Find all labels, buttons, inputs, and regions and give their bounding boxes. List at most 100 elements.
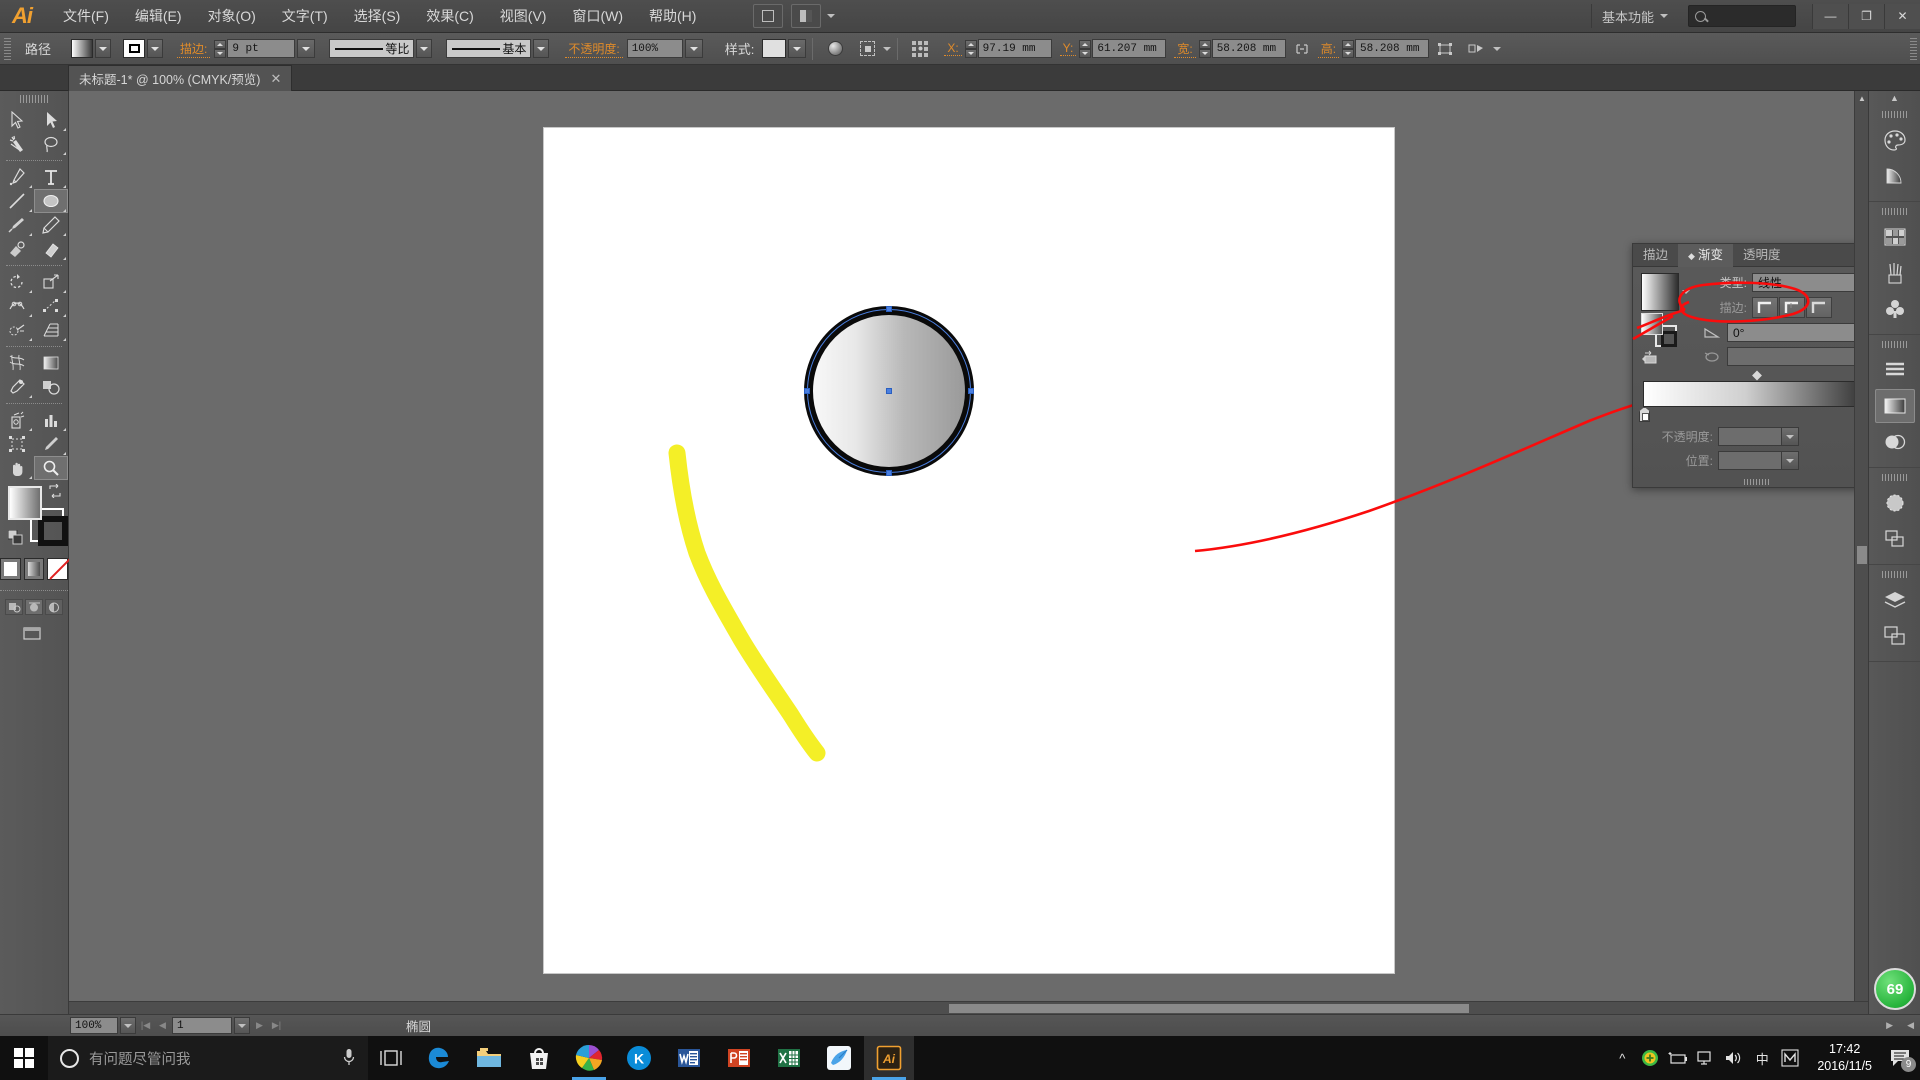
bridge-button[interactable] <box>753 4 784 28</box>
artboard-number-dropdown[interactable] <box>234 1017 250 1034</box>
magic-wand-tool[interactable] <box>0 132 34 156</box>
fill-color-swatch[interactable] <box>8 486 42 520</box>
none-button[interactable] <box>47 558 69 580</box>
first-artboard-icon[interactable]: |◀ <box>138 1017 153 1034</box>
scroll-up-icon[interactable]: ▲ <box>1855 91 1869 105</box>
canvas-area[interactable] <box>69 91 1868 1021</box>
action-center-button[interactable]: 9 <box>1886 1036 1916 1080</box>
opacity-input[interactable]: 100% <box>626 39 683 58</box>
anchor-point-right[interactable] <box>968 388 974 394</box>
recolor-artwork-icon[interactable] <box>824 38 846 60</box>
taskbar-microsoft-excel[interactable] <box>764 1036 814 1080</box>
hand-tool[interactable] <box>0 456 34 480</box>
direct-selection-tool[interactable] <box>34 108 68 132</box>
taskbar-photos[interactable] <box>564 1036 614 1080</box>
menu-select[interactable]: 选择(S) <box>341 0 414 33</box>
gradient-fill-stroke-toggle[interactable] <box>1641 313 1683 347</box>
panel-bottom-grip[interactable] <box>1744 479 1770 485</box>
shape-builder-tool[interactable] <box>0 318 34 342</box>
tools-panel-grip[interactable] <box>20 95 48 103</box>
line-segment-tool[interactable] <box>0 189 34 213</box>
dock-group-grip-4[interactable] <box>1881 474 1908 481</box>
show-hidden-icons-icon[interactable]: ^ <box>1609 1036 1635 1080</box>
restore-button[interactable]: ❐ <box>1848 3 1884 29</box>
taskbar-clock[interactable]: 17:42 2016/11/5 <box>1805 1041 1884 1075</box>
stroke-gradient-across-button[interactable] <box>1806 297 1832 318</box>
status-collapse-icon[interactable]: ◀ <box>1907 1020 1914 1031</box>
stroke-profile-preview[interactable]: 等比 <box>329 39 415 58</box>
document-tab-close-icon[interactable]: ✕ <box>270 71 281 87</box>
blend-tool[interactable] <box>34 375 68 399</box>
ellipse-tool[interactable] <box>34 189 68 213</box>
zoom-level-input[interactable]: 100% <box>70 1017 118 1034</box>
taskbar-microsoft-store[interactable] <box>514 1036 564 1080</box>
taskbar-bird-app[interactable] <box>814 1036 864 1080</box>
artboard-tool[interactable] <box>0 432 34 456</box>
artboards-panel-icon[interactable] <box>1875 619 1915 653</box>
zoom-level-dropdown[interactable] <box>120 1017 136 1034</box>
tab-transparency[interactable]: 透明度 <box>1733 244 1791 267</box>
taskbar-file-explorer[interactable] <box>464 1036 514 1080</box>
gradient-angle-input[interactable]: 0° <box>1727 323 1873 342</box>
tab-stroke[interactable]: 描边 <box>1633 244 1678 267</box>
expand-dock-icon[interactable]: ▲ <box>1869 91 1920 105</box>
menu-edit[interactable]: 编辑(E) <box>122 0 195 33</box>
control-bar-grip[interactable] <box>4 37 11 60</box>
last-artboard-icon[interactable]: ▶| <box>269 1017 284 1034</box>
x-stepper[interactable] <box>964 39 977 58</box>
color-guide-panel-icon[interactable] <box>1875 159 1915 193</box>
stroke-gradient-along-button[interactable] <box>1779 297 1805 318</box>
arrange-documents-button[interactable] <box>791 4 822 28</box>
taskbar-adobe-illustrator[interactable]: Ai <box>864 1036 914 1080</box>
artboard[interactable] <box>544 128 1394 973</box>
color-panel-icon[interactable] <box>1875 123 1915 157</box>
control-bar-right-grip[interactable] <box>1910 37 1917 60</box>
zoom-tool[interactable] <box>34 456 68 480</box>
swatches-panel-icon[interactable] <box>1875 220 1915 254</box>
menu-object[interactable]: 对象(O) <box>195 0 269 33</box>
menu-type[interactable]: 文字(T) <box>269 0 341 33</box>
swap-fill-stroke-icon[interactable] <box>48 483 62 499</box>
screen-mode-toggle[interactable] <box>0 625 68 643</box>
ime-mode-icon[interactable] <box>1777 1036 1803 1080</box>
rotate-tool[interactable] <box>0 270 34 294</box>
symbol-sprayer-tool[interactable] <box>0 408 34 432</box>
dock-group-grip-3[interactable] <box>1881 341 1908 348</box>
stroke-swatch[interactable] <box>123 39 146 58</box>
workspace-switcher[interactable]: 基本功能 <box>1590 4 1678 28</box>
width-tool[interactable] <box>0 294 34 318</box>
lock-aspect-ratio-icon[interactable] <box>1291 38 1313 60</box>
paintbrush-tool[interactable] <box>0 213 34 237</box>
dock-group-grip[interactable] <box>1881 111 1908 118</box>
lasso-tool[interactable] <box>34 132 68 156</box>
menu-view[interactable]: 视图(V) <box>487 0 560 33</box>
transform-panel-icon[interactable] <box>1434 38 1456 60</box>
start-button[interactable] <box>0 1036 48 1080</box>
pen-tool[interactable] <box>0 165 34 189</box>
gradient-midpoint-marker[interactable] <box>1752 370 1762 381</box>
transparency-panel-icon[interactable] <box>1875 425 1915 459</box>
close-button[interactable]: ✕ <box>1884 3 1920 29</box>
align-reference-icon[interactable] <box>909 38 931 60</box>
stroke-weight-dropdown[interactable] <box>297 39 316 58</box>
stroke-weight-stepper[interactable] <box>214 39 227 58</box>
dock-group-grip-2[interactable] <box>1881 208 1908 215</box>
gradient-fill-box[interactable] <box>1641 313 1663 335</box>
width-stepper[interactable] <box>1198 39 1211 58</box>
taskbar-microsoft-word[interactable] <box>664 1036 714 1080</box>
style-swatch[interactable] <box>762 39 787 58</box>
taskbar-kingsoft-app[interactable]: K <box>614 1036 664 1080</box>
eraser-tool[interactable] <box>34 237 68 261</box>
blob-brush-tool[interactable] <box>0 237 34 261</box>
gradient-panel-icon[interactable] <box>1874 389 1915 423</box>
brush-definition-preview[interactable]: 基本 <box>446 39 532 58</box>
cortana-search-box[interactable]: 有问题尽管问我 <box>48 1036 368 1080</box>
isolate-selected-icon[interactable] <box>856 38 878 60</box>
volume-icon[interactable] <box>1721 1036 1747 1080</box>
brush-definition-dropdown[interactable] <box>533 39 550 58</box>
color-button[interactable] <box>0 558 21 580</box>
prev-artboard-icon[interactable]: ◀ <box>155 1017 170 1034</box>
width-input[interactable]: 58.208 mm <box>1211 39 1286 58</box>
anchor-point-center[interactable] <box>886 388 892 394</box>
menu-effect[interactable]: 效果(C) <box>413 0 486 33</box>
